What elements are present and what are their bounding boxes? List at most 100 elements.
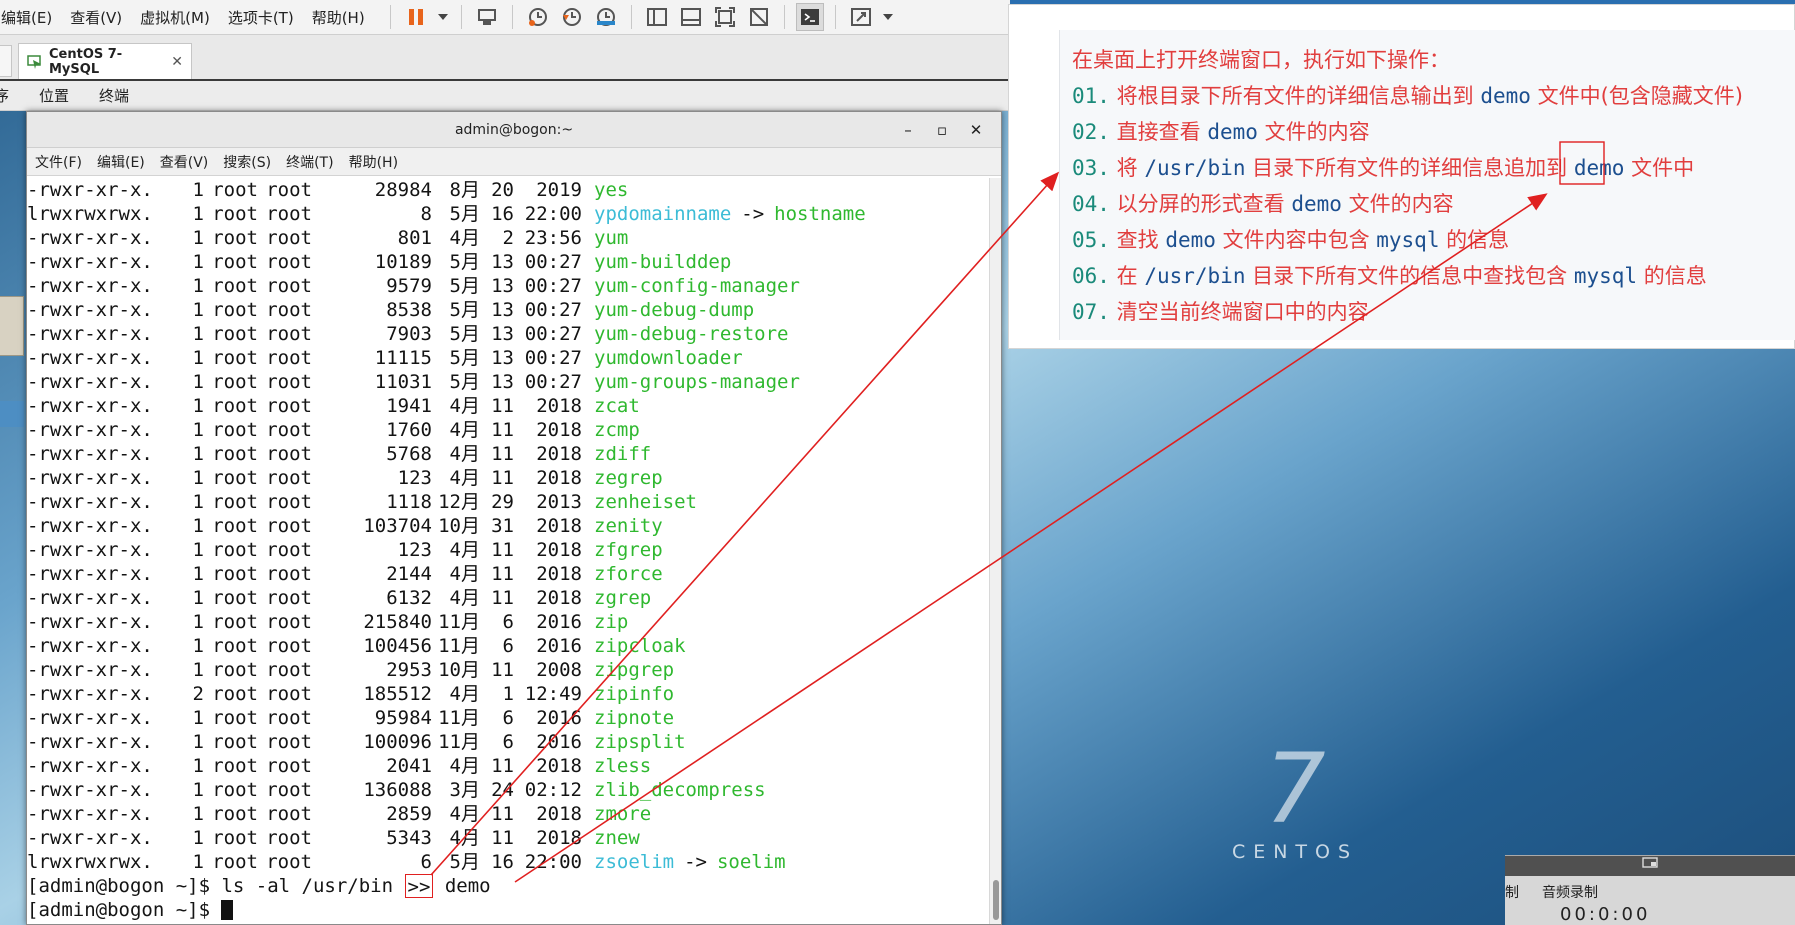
file-day: 13 [491, 323, 514, 345]
file-month: 4月 [449, 827, 480, 849]
link-count: 1 [192, 443, 204, 465]
terminal-title: admin@bogon:~ [454, 122, 574, 138]
terminal-titlebar[interactable]: admin@bogon:~ – ▫ ✕ [27, 112, 1001, 148]
file-name: znew [594, 827, 640, 849]
instruction-text: 的信息 [1439, 228, 1510, 252]
ls-row: -rwxr-xr-x. 1 root root 10189 5月 13 00:27 yum-bu… [27, 250, 989, 274]
link-count: 1 [192, 419, 204, 441]
panel-handle[interactable] [1505, 856, 1795, 876]
file-name: zfgrep [594, 539, 663, 561]
file-permissions: -rwxr-xr-x. [27, 731, 153, 753]
vm-menu-edit[interactable]: 编辑(E) [0, 7, 61, 28]
applications-menu[interactable]: 序 [0, 85, 9, 106]
close-icon[interactable]: ✕ [171, 54, 183, 70]
instruction-text: 查找 [1116, 228, 1166, 252]
terminal-output[interactable]: -rwxr-xr-x. 1 root root 28984 8月 20 2019 yes lrwx… [27, 178, 989, 924]
file-day: 11 [491, 443, 514, 465]
file-size: 5343 [386, 827, 432, 849]
ls-listing: -rwxr-xr-x. 1 root root 28984 8月 20 2019 yes lrwx… [27, 178, 989, 874]
terminal-menu-file[interactable]: 文件(F) [35, 152, 82, 172]
file-day: 11 [491, 539, 514, 561]
terminal-menu-view[interactable]: 查看(V) [160, 152, 209, 172]
minimize-icon[interactable]: – [891, 112, 925, 148]
link-count: 1 [192, 491, 204, 513]
file-size: 8 [420, 203, 432, 225]
vm-tab-centos[interactable]: CentOS 7-MySQL ✕ [18, 43, 192, 79]
sidebar-view-icon[interactable] [643, 3, 671, 31]
terminal-menu-help[interactable]: 帮助(H) [349, 152, 398, 172]
file-day: 16 [491, 203, 514, 225]
ls-row: -rwxr-xr-x. 1 root root 2041 4月 11 2018 zless [27, 754, 989, 778]
file-group: root [266, 347, 312, 369]
file-time: 2016 [536, 731, 582, 753]
pause-icon[interactable] [402, 3, 430, 31]
vm-tabbar: CentOS 7-MySQL ✕ [0, 35, 1010, 81]
file-owner: root [212, 347, 258, 369]
file-time: 2018 [536, 467, 582, 489]
terminal-menu-search[interactable]: 搜索(S) [223, 152, 271, 172]
stretch-guest-icon[interactable] [847, 3, 875, 31]
file-owner: root [212, 227, 258, 249]
file-month: 4月 [449, 227, 480, 249]
link-count: 1 [192, 467, 204, 489]
file-name: zcmp [594, 419, 640, 441]
file-time: 2018 [536, 803, 582, 825]
file-permissions: -rwxr-xr-x. [27, 227, 153, 249]
ls-row: -rwxr-xr-x. 1 root root 2144 4月 11 2018 zforce [27, 562, 989, 586]
panel-tab-partial[interactable]: 制 [1505, 882, 1519, 902]
close-icon[interactable]: ✕ [959, 112, 993, 148]
instruction-text: 将根目录下所有文件的详细信息输出到 [1116, 84, 1481, 108]
file-size: 103704 [363, 515, 432, 537]
terminal-scrollbar[interactable] [989, 178, 1001, 924]
maximize-icon[interactable]: ▫ [925, 112, 959, 148]
chevron-down-icon[interactable] [436, 3, 450, 31]
link-count: 1 [192, 635, 204, 657]
vm-menu-view[interactable]: 查看(V) [61, 7, 131, 28]
toolbar-divider [389, 5, 391, 29]
file-name: zenheiset [594, 491, 697, 513]
file-owner: root [212, 659, 258, 681]
file-group: root [266, 371, 312, 393]
unity-mode-icon[interactable] [745, 3, 773, 31]
ls-row: -rwxr-xr-x. 1 root root 28984 8月 20 2019 yes [27, 178, 989, 202]
link-count: 1 [192, 851, 204, 873]
panel-tab-audio-record[interactable]: 音频录制 [1542, 882, 1598, 902]
send-keys-icon[interactable] [473, 3, 501, 31]
snapshot-icon[interactable] [524, 3, 552, 31]
file-permissions: -rwxr-xr-x. [27, 347, 153, 369]
ls-row: -rwxr-xr-x. 1 root root 801 4月 2 23:56 yum [27, 226, 989, 250]
terminal-menu[interactable]: 终端 [99, 85, 129, 106]
vm-menu-help[interactable]: 帮助(H) [303, 7, 374, 28]
instruction-text: 目录下所有文件的信息中查找包含 [1245, 264, 1574, 288]
file-month: 4月 [449, 419, 480, 441]
thumbnail-view-icon[interactable] [677, 3, 705, 31]
ls-row: -rwxr-xr-x. 1 root root 9579 5月 13 00:27 yum-con… [27, 274, 989, 298]
terminal-menu-terminal[interactable]: 终端(T) [286, 152, 333, 172]
desktop-file-icon[interactable] [0, 401, 24, 427]
file-owner: root [212, 395, 258, 417]
ls-row: -rwxr-xr-x. 1 root root 6132 4月 11 2018 zgrep [27, 586, 989, 610]
file-size: 95984 [374, 707, 432, 729]
scrollbar-thumb[interactable] [993, 880, 999, 920]
link-count: 1 [192, 515, 204, 537]
desktop-folder-icon[interactable] [0, 296, 24, 356]
file-group: root [266, 731, 312, 753]
previous-tab[interactable] [0, 45, 12, 77]
revert-snapshot-icon[interactable] [558, 3, 586, 31]
terminal-menu-edit[interactable]: 编辑(E) [97, 152, 145, 172]
chevron-down-icon[interactable] [881, 3, 895, 31]
places-menu[interactable]: 位置 [39, 85, 69, 106]
instruction-text: 文件中(包含隐藏文件) [1530, 84, 1743, 108]
file-group: root [266, 299, 312, 321]
console-view-icon[interactable] [795, 3, 824, 31]
file-time: 2018 [536, 827, 582, 849]
vm-menu-vm[interactable]: 虚拟机(M) [131, 7, 219, 28]
instruction-code: demo [1480, 84, 1531, 108]
instruction-code: demo [1165, 228, 1216, 252]
snapshot-manager-icon[interactable] [592, 3, 620, 31]
vm-menu-tabs[interactable]: 选项卡(T) [219, 7, 303, 28]
gnome-topbar: 序 位置 终端 [0, 81, 1010, 111]
symlink-target: soelim [716, 851, 786, 873]
fullscreen-icon[interactable] [711, 3, 739, 31]
